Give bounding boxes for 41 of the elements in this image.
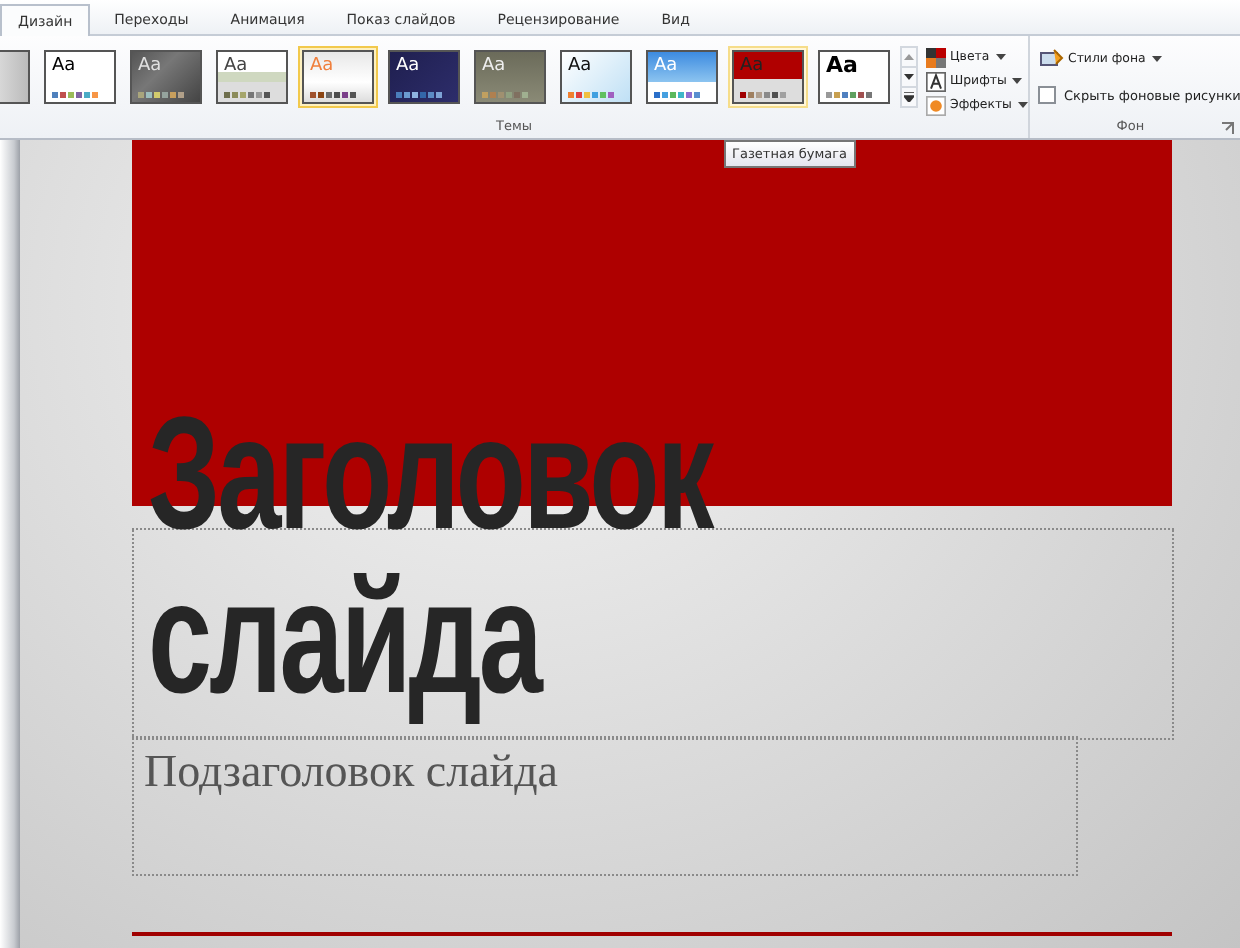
theme-thumbnail[interactable]: Aa <box>126 46 206 108</box>
theme-sample-text: Aa <box>740 56 764 76</box>
theme-sample-text: Aa <box>138 56 162 76</box>
slide-subtitle: Подзаголовок слайда <box>142 744 560 800</box>
caret-icon <box>1017 102 1028 108</box>
color-swatches-icon <box>740 92 786 98</box>
caret-icon <box>1012 78 1023 84</box>
theme-thumbnail[interactable]: Aa <box>814 46 894 108</box>
theme-sample-text: Aa <box>52 56 76 76</box>
caret-icon <box>995 54 1006 60</box>
effects-icon <box>926 95 946 115</box>
theme-sample-text: Aa <box>568 56 592 76</box>
color-swatches-icon <box>654 92 700 98</box>
theme-sample-text: Aa <box>482 56 506 76</box>
color-squares-icon <box>926 47 946 67</box>
theme-thumbnail[interactable]: Aa <box>384 46 464 108</box>
theme-thumbnail[interactable]: Aa <box>556 46 636 108</box>
caret-icon <box>1151 56 1162 62</box>
expand-icon <box>904 92 914 102</box>
dialog-launcher-icon[interactable] <box>1222 122 1235 134</box>
color-swatches-icon <box>396 92 442 98</box>
color-swatches-icon <box>826 92 872 98</box>
theme-sample-text: Aa <box>310 56 334 76</box>
color-swatches-icon <box>482 92 528 98</box>
theme-sample-text: Aa <box>826 56 858 76</box>
color-swatches-icon <box>568 92 614 98</box>
color-swatches-icon <box>138 92 184 98</box>
color-swatches-icon <box>310 92 356 98</box>
theme-thumbnail[interactable]: Aa <box>212 46 292 108</box>
theme-sample-text: Aa <box>396 56 420 76</box>
color-swatches-icon <box>52 92 98 98</box>
theme-thumbnail[interactable]: Aa <box>470 46 550 108</box>
theme-sample-text: Aa <box>224 56 248 76</box>
theme-sample-text: Aa <box>654 56 678 76</box>
letter-a-icon <box>926 71 946 91</box>
more-button[interactable] <box>900 86 918 108</box>
up-arrow-icon <box>904 54 914 60</box>
down-arrow-icon <box>904 74 914 80</box>
theme-thumbnail[interactable]: Aa <box>40 46 120 108</box>
color-swatches-icon <box>224 92 270 98</box>
scroll-down-button[interactable] <box>900 66 918 88</box>
